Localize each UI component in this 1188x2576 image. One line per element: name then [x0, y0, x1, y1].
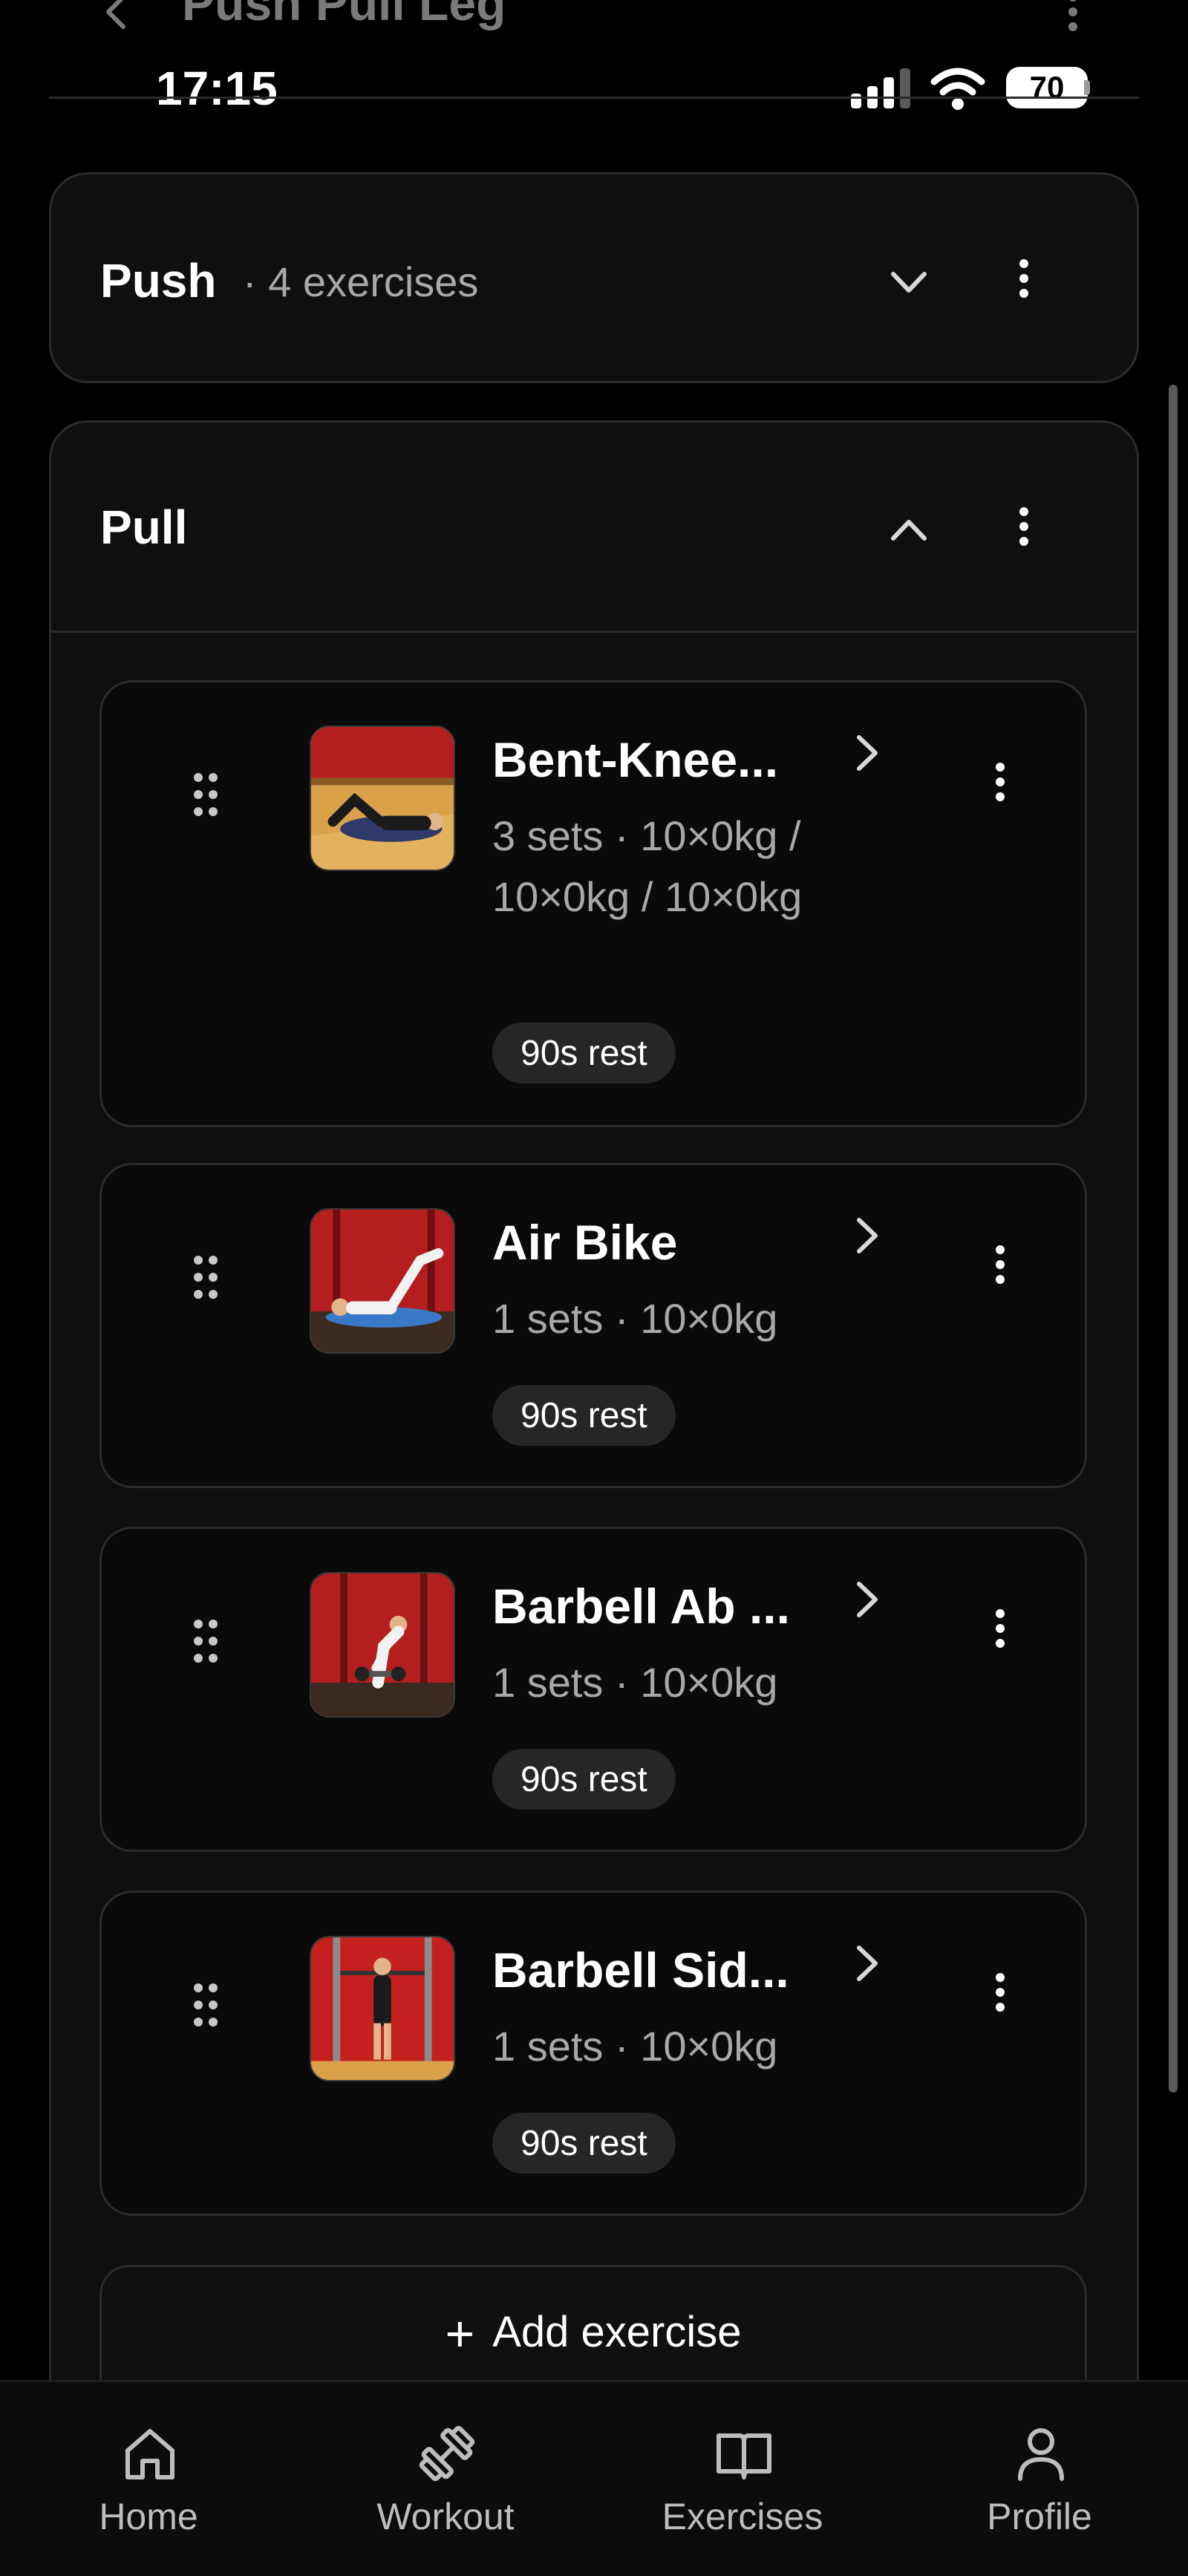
drag-handle-icon[interactable] [191, 1979, 221, 2031]
person-barbell-standing-icon [310, 1936, 455, 2081]
nav-item-workout[interactable]: Workout [334, 2382, 557, 2576]
nav-label: Home [99, 2496, 198, 2537]
exercise-sets: 1 sets · 10×0kg [492, 2023, 778, 2070]
header-divider [49, 97, 1139, 99]
rest-badge: 90s rest [492, 1023, 676, 1083]
battery-indicator: 70 [1006, 67, 1088, 108]
more-options-icon[interactable] [985, 752, 1015, 812]
page-title: Push Pull Leg [182, 0, 506, 30]
day-header-pull[interactable]: Pull [51, 423, 1137, 632]
user-icon [1018, 2428, 1064, 2481]
rest-badge: 90s rest [492, 1749, 676, 1810]
rest-badge: 90s rest [492, 1385, 676, 1446]
nav-item-exercises[interactable]: Exercises [631, 2382, 854, 2576]
drag-handle-icon[interactable] [191, 769, 221, 821]
nav-label: Workout [376, 2496, 515, 2537]
more-options-icon[interactable] [1009, 249, 1039, 308]
chevron-right-icon[interactable] [844, 1937, 889, 1989]
app-screen: Push Pull Leg 17:15 70 Push · 4 exercise… [0, 0, 1188, 2576]
rest-badge: 90s rest [492, 2113, 676, 2174]
exercise-name: Barbell Sid... [492, 1943, 789, 1998]
plus-icon: + [445, 2306, 475, 2362]
back-chevron-icon[interactable] [95, 0, 140, 34]
home-icon [125, 2429, 174, 2479]
section-divider [51, 630, 1137, 633]
nav-item-home[interactable]: Home [37, 2382, 260, 2576]
exercise-count: · 4 exercises [243, 258, 479, 305]
chevron-right-icon[interactable] [844, 1210, 889, 1262]
exercise-sets: 3 sets · 10×0kg / 10×0kg / 10×0kg [492, 812, 803, 920]
battery-cap [1084, 80, 1090, 95]
day-name: Push [100, 254, 217, 307]
more-options-icon[interactable] [1058, 0, 1088, 39]
day-name: Pull [100, 500, 188, 554]
scrollbar[interactable] [1169, 385, 1178, 2093]
drag-handle-icon[interactable] [191, 1615, 221, 1667]
bottom-nav: Home Workout Exercises Profile [0, 2380, 1188, 2576]
exercise-card[interactable]: Barbell Sid... 1 sets · 10×0kg 90s rest [99, 1891, 1087, 2216]
day-card-push[interactable]: Push · 4 exercises [49, 172, 1139, 383]
nav-item-profile[interactable]: Profile [928, 2382, 1151, 2576]
chevron-down-icon[interactable] [883, 256, 935, 308]
more-options-icon[interactable] [1009, 497, 1039, 556]
chevron-up-icon[interactable] [883, 504, 935, 556]
chevron-right-icon[interactable] [844, 727, 889, 779]
drag-handle-icon[interactable] [191, 1251, 221, 1303]
exercise-name: Bent-Knee... [492, 732, 779, 787]
exercise-name: Air Bike [492, 1215, 678, 1270]
nav-label: Profile [987, 2496, 1092, 2537]
status-time: 17:15 [156, 62, 278, 115]
top-header: Push Pull Leg 17:15 70 [0, 0, 1188, 115]
more-options-icon[interactable] [985, 1963, 1015, 2022]
exercise-card[interactable]: Barbell Ab ... 1 sets · 10×0kg 90s rest [99, 1527, 1087, 1852]
nav-label: Exercises [662, 2496, 823, 2537]
person-air-bike-icon [310, 1208, 455, 1354]
exercise-sets: 1 sets · 10×0kg [492, 1295, 778, 1342]
more-options-icon[interactable] [985, 1235, 1015, 1294]
chevron-right-icon[interactable] [844, 1574, 889, 1626]
book-icon [717, 2433, 771, 2479]
exercise-card[interactable]: Air Bike 1 sets · 10×0kg 90s rest [99, 1163, 1087, 1488]
exercise-card[interactable]: Bent-Knee... 3 sets · 10×0kg / 10×0kg / … [99, 680, 1087, 1127]
add-exercise-label: Add exercise [492, 2308, 742, 2356]
day-header-push[interactable]: Push · 4 exercises [51, 175, 1137, 384]
exercise-sets: 1 sets · 10×0kg [492, 1659, 778, 1706]
dumbbell-icon [419, 2425, 475, 2482]
exercise-name: Barbell Ab ... [492, 1579, 790, 1634]
person-lying-icon [310, 725, 455, 871]
person-barbell-rollout-icon [310, 1572, 455, 1718]
more-options-icon[interactable] [985, 1599, 1015, 1658]
